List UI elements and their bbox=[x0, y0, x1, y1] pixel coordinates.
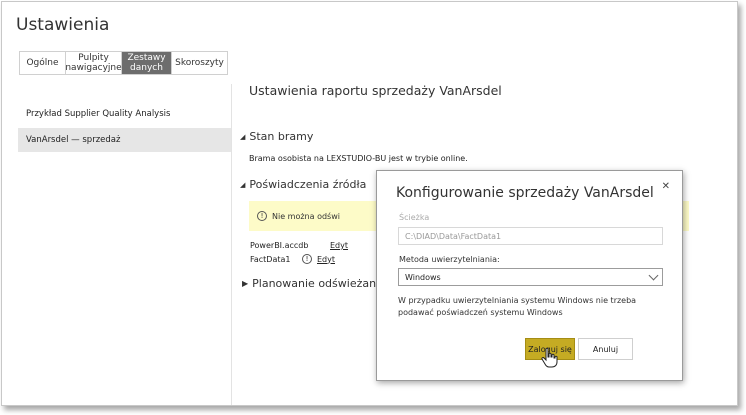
report-settings-title: Ustawienia raportu sprzedaży VanArsdel bbox=[249, 83, 502, 98]
edit-credentials-link[interactable]: Edyt bbox=[317, 255, 335, 264]
settings-window: Ustawienia Ogólne Pulpity nawigacyjne Ze… bbox=[1, 1, 738, 406]
cancel-button[interactable]: Anuluj bbox=[578, 338, 633, 360]
auth-method-label: Metoda uwierzytelniania: bbox=[399, 255, 500, 264]
gateway-status-text: Brama osobista na LEXSTUDIO-BU jest w tr… bbox=[249, 154, 468, 163]
warning-text: Nie można odświ bbox=[272, 211, 340, 221]
data-source-name: PowerBI.accdb bbox=[250, 241, 309, 250]
dataset-item-supplier-quality[interactable]: Przykład Supplier Quality Analysis bbox=[18, 102, 231, 126]
path-field[interactable]: C:\DIAD\Data\FactData1 bbox=[398, 227, 663, 245]
close-icon[interactable]: ✕ bbox=[662, 181, 670, 192]
divider bbox=[231, 84, 232, 405]
collapse-triangle-icon: ◢ bbox=[240, 180, 246, 189]
warning-icon: ! bbox=[257, 211, 267, 221]
tab-dashboards[interactable]: Pulpity nawigacyjne bbox=[65, 52, 122, 74]
schedule-section-toggle[interactable]: ▶ Planowanie odświeżania bbox=[242, 277, 386, 290]
tab-workbooks[interactable]: Skoroszyty bbox=[172, 52, 227, 74]
expand-triangle-icon: ▶ bbox=[242, 279, 249, 288]
dataset-item-vanarsdel[interactable]: VanArsdel — sprzedaż bbox=[18, 128, 231, 152]
gateway-section-toggle[interactable]: ◢ Stan bramy bbox=[240, 130, 313, 143]
info-icon: ! bbox=[302, 254, 312, 264]
page-title: Ustawienia bbox=[16, 15, 110, 35]
gateway-section-title: Stan bramy bbox=[249, 130, 314, 143]
windows-auth-help-text: W przypadku uwierzytelniania systemu Win… bbox=[398, 296, 637, 317]
tab-general[interactable]: Ogólne bbox=[20, 52, 66, 74]
auth-method-value: Windows bbox=[405, 272, 441, 282]
dataset-list: Przykład Supplier Quality Analysis VanAr… bbox=[18, 102, 231, 152]
chevron-down-icon bbox=[648, 270, 659, 281]
path-label: Ścieżka bbox=[399, 213, 430, 222]
credentials-section-toggle[interactable]: ◢ Poświadczenia źródła bbox=[240, 178, 366, 191]
hand-cursor-icon bbox=[541, 347, 558, 368]
schedule-section-title: Planowanie odświeżania bbox=[252, 277, 386, 290]
collapse-triangle-icon: ◢ bbox=[240, 132, 246, 141]
credentials-section-title: Poświadczenia źródła bbox=[249, 178, 367, 191]
edit-credentials-link[interactable]: Edyt bbox=[330, 241, 348, 250]
dialog-title: Konfigurowanie sprzedaży VanArsdel bbox=[396, 185, 654, 201]
tab-bar: Ogólne Pulpity nawigacyjne Zestawy danyc… bbox=[19, 51, 228, 75]
data-source-row: PowerBI.accdb Edyt bbox=[250, 241, 348, 250]
configure-dialog: Konfigurowanie sprzedaży VanArsdel ✕ Ści… bbox=[376, 170, 683, 381]
tab-datasets[interactable]: Zestawy danych bbox=[122, 52, 172, 74]
auth-method-select[interactable]: Windows bbox=[398, 268, 663, 286]
data-source-row: FactData1 ! Edyt bbox=[250, 254, 335, 264]
